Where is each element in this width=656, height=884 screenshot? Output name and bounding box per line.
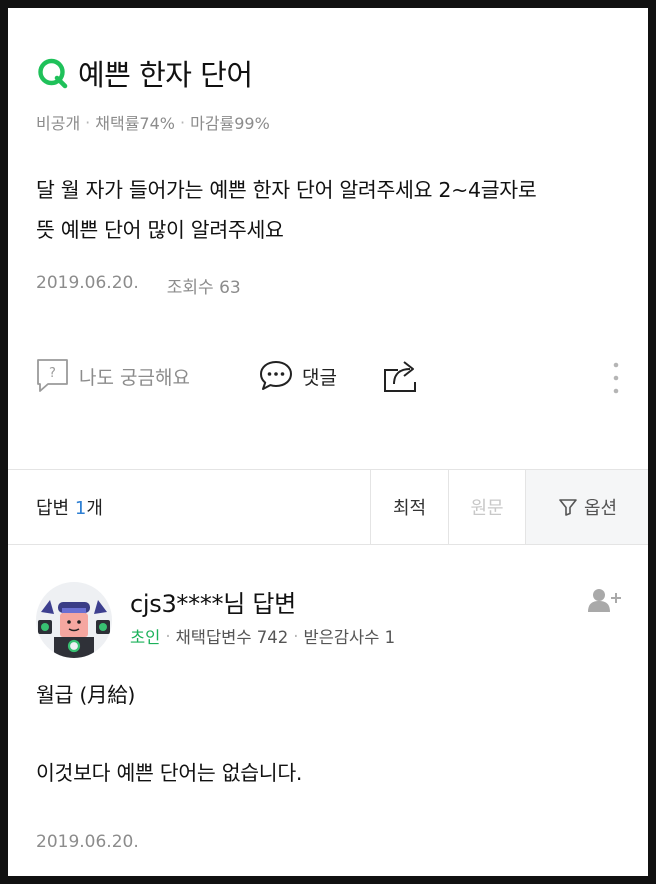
sort-original-tab[interactable]: 원문 (448, 470, 525, 544)
answer-header-bar: 답변 1개 최적 원문 옵션 (8, 470, 648, 544)
meta-separator: · (293, 626, 299, 646)
author-meta: 초인 · 채택답변수 742 · 받은감사수 1 (130, 624, 395, 648)
curious-label: 나도 궁금해요 (79, 366, 190, 389)
share-button[interactable] (382, 356, 422, 396)
sort-best-label: 최적 (392, 498, 427, 519)
character-avatar-icon (38, 600, 110, 658)
question-info: 2019.06.20. 조회수 63 (36, 273, 241, 298)
add-user-icon (588, 589, 621, 612)
question-q-icon (38, 58, 68, 89)
avatar[interactable] (36, 582, 112, 658)
privacy-label: 비공개 (36, 114, 81, 133)
question-meta: 비공개 · 채택률74% · 마감률99% (36, 110, 270, 134)
answer-count: 답변 1개 (36, 494, 103, 520)
follow-user-button[interactable] (588, 588, 622, 618)
question-date: 2019.06.20. (36, 273, 139, 293)
answer-body: 월급 (月給) 이것보다 예쁜 단어는 없습니다. (36, 678, 626, 790)
speech-bubble-icon (260, 361, 292, 390)
question-body: 달 월 자가 들어가는 예쁜 한자 단어 알려주세요 2~4글자로 뜻 예쁜 단… (36, 170, 636, 250)
sort-original-label: 원문 (470, 498, 504, 519)
answer-date: 2019.06.20. (36, 832, 139, 852)
answer-count-unit: 개 (86, 498, 103, 519)
question-header: 예쁜 한자 단어 (36, 52, 253, 94)
question-box-icon: ? (37, 359, 68, 392)
author-rank: 초인 (130, 628, 161, 647)
thanks-count: 받은감사수 1 (303, 628, 396, 647)
meta-separator: · (180, 112, 186, 132)
filter-icon (559, 499, 577, 516)
more-options-button[interactable] (612, 358, 620, 398)
view-count: 조회수 63 (166, 278, 241, 298)
adoption-rate: 채택률74% (95, 114, 175, 133)
answer-count-number: 1 (74, 498, 87, 519)
share-icon (384, 361, 416, 392)
closing-rate: 마감률99% (190, 114, 270, 133)
question-body-line: 뜻 예쁜 단어 많이 알려주세요 (36, 218, 284, 242)
question-actions: ? 나도 궁금해요 댓글 (36, 356, 626, 396)
answer-label: 답변 (36, 498, 70, 519)
sort-best-tab[interactable]: 최적 (370, 470, 448, 544)
meta-separator: · (165, 626, 171, 646)
svg-text:?: ? (49, 366, 56, 381)
options-label: 옵션 (583, 498, 618, 519)
curious-button[interactable]: ? 나도 궁금해요 (36, 356, 190, 396)
answer-body-line: 월급 (月給) (36, 683, 136, 707)
options-filter-button[interactable]: 옵션 (525, 470, 648, 544)
answer-bar-divider (8, 544, 648, 545)
comment-button[interactable]: 댓글 (258, 356, 337, 396)
question-title: 예쁜 한자 단어 (78, 58, 253, 92)
screen: 예쁜 한자 단어 비공개 · 채택률74% · 마감률99% 달 월 자가 들어… (8, 8, 648, 876)
answer-body-line: 이것보다 예쁜 단어는 없습니다. (36, 761, 303, 785)
adopted-answer-count: 채택답변수 742 (175, 628, 289, 647)
question-body-line: 달 월 자가 들어가는 예쁜 한자 단어 알려주세요 2~4글자로 (36, 178, 537, 202)
answer-author[interactable]: cjs3****님 답변 (130, 584, 296, 619)
meta-separator: · (85, 112, 91, 132)
comment-label: 댓글 (302, 366, 337, 389)
more-vertical-icon (613, 362, 619, 394)
